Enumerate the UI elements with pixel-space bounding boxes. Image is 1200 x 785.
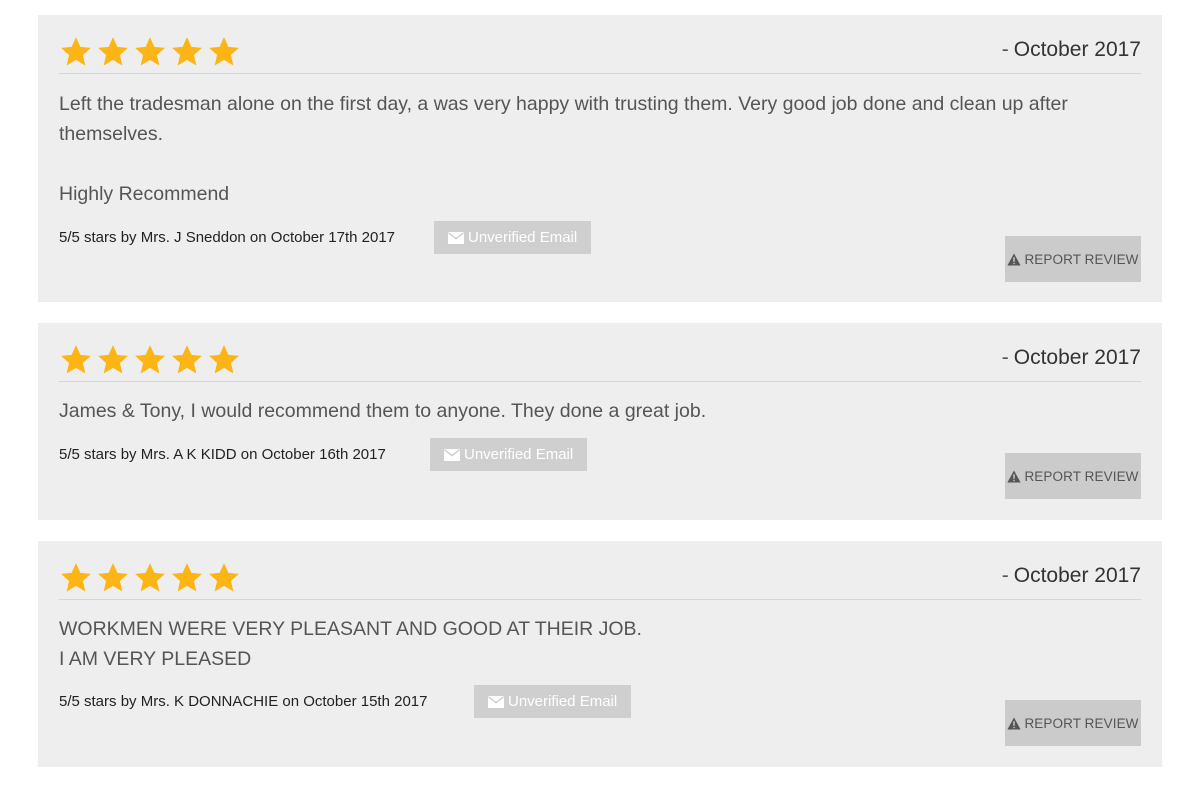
report-review-label: REPORT REVIEW [1024,468,1139,484]
unverified-email-badge: Unverified Email [434,221,592,254]
date-dash: - [1001,38,1009,61]
review-card: - October 2017 James & Tony, I would reco… [38,323,1162,520]
star-rating [59,561,241,595]
email-badge-label: Unverified Email [468,229,578,246]
review-body: WORKMEN WERE VERY PLEASANT AND GOOD AT T… [59,614,1132,674]
date-dash: - [1001,564,1009,587]
star-icon [98,37,128,66]
envelope-icon [488,695,504,708]
review-body: Left the tradesman alone on the first da… [59,89,1132,209]
date-text: October 2017 [1013,346,1141,369]
report-review-label: REPORT REVIEW [1024,715,1139,731]
review-text: WORKMEN WERE VERY PLEASANT AND GOOD AT T… [59,618,642,640]
review-body: James & Tony, I would recommend them to … [59,396,1132,426]
star-icon [61,563,91,592]
star-icon [98,345,128,374]
warning-icon [1007,717,1022,729]
review-text: James & Tony, I would recommend them to … [59,400,707,422]
star-icon [98,563,128,592]
warning-icon [1007,470,1022,482]
review-header: - October 2017 [59,33,1141,74]
review-text: I AM VERY PLEASED [59,648,252,670]
star-icon [61,345,91,374]
star-icon [209,37,239,66]
report-review-label: REPORT REVIEW [1024,251,1139,267]
star-icon [172,37,202,66]
review-header: - October 2017 [59,341,1141,382]
star-icon [61,37,91,66]
star-rating [59,35,241,69]
star-icon [209,563,239,592]
envelope-icon [444,448,460,461]
email-badge-label: Unverified Email [508,693,618,710]
report-review-button[interactable]: REPORT REVIEW [1005,236,1141,282]
unverified-email-badge: Unverified Email [430,438,588,471]
star-icon [209,345,239,374]
unverified-email-badge: Unverified Email [474,685,632,718]
star-icon [172,563,202,592]
review-date: - October 2017 [1002,38,1141,62]
review-date: - October 2017 [1002,346,1141,370]
review-header: - October 2017 [59,559,1141,600]
email-badge-label: Unverified Email [464,446,574,463]
star-icon [135,563,165,592]
star-rating [59,343,241,377]
date-text: October 2017 [1013,38,1141,61]
report-review-button[interactable]: REPORT REVIEW [1005,700,1141,746]
review-meta: 5/5 stars by Mrs. J Sneddon on October 1… [59,229,396,246]
date-dash: - [1001,346,1009,369]
review-date: - October 2017 [1002,564,1141,588]
review-card: - October 2017 Left the tradesman alone o… [38,15,1162,302]
warning-icon [1007,253,1022,265]
review-text: Left the tradesman alone on the first da… [59,93,1068,145]
review-meta: 5/5 stars by Mrs. A K KIDD on October 16… [59,446,386,463]
star-icon [172,345,202,374]
envelope-icon [448,231,464,244]
date-text: October 2017 [1013,564,1141,587]
review-card: - October 2017 WORKMEN WERE VERY PLEASANT… [38,541,1162,767]
report-review-button[interactable]: REPORT REVIEW [1005,453,1141,499]
star-icon [135,345,165,374]
review-text: Highly Recommend [59,183,230,205]
star-icon [135,37,165,66]
review-meta: 5/5 stars by Mrs. K DONNACHIE on October… [59,693,428,710]
